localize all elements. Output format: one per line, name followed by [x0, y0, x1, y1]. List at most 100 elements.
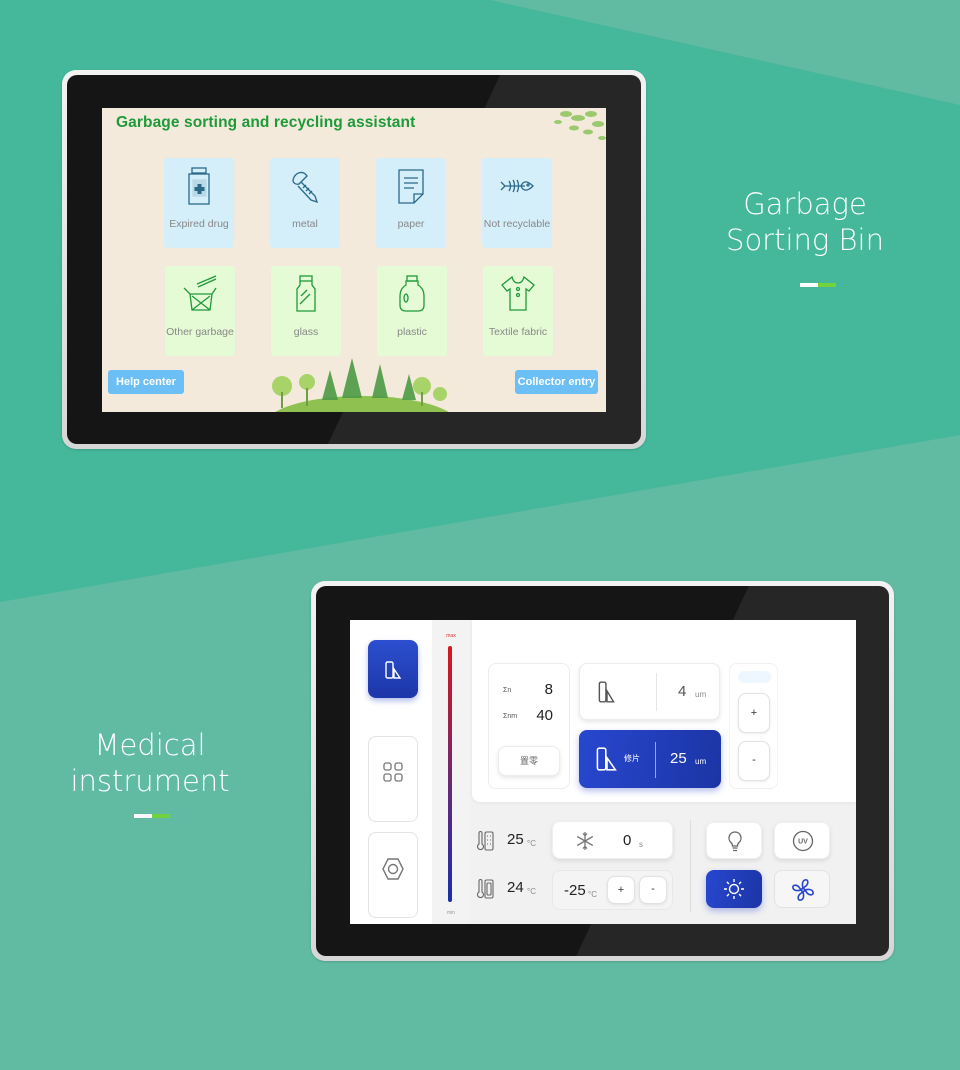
help-center-button[interactable]: Help center	[108, 370, 184, 394]
category-label: Expired drug	[169, 218, 229, 230]
slice-icon	[596, 747, 617, 771]
title-accent-bar	[800, 283, 836, 287]
category-label: Other garbage	[166, 326, 234, 338]
t-shirt-icon	[501, 275, 535, 311]
medical-instrument-device: max min Σn 8 Σnm 40 置零 4 um 修片 25 um + -…	[311, 581, 894, 961]
freeze-value: 0	[623, 832, 632, 849]
trim-mode-button[interactable]: 修片 25 um	[579, 730, 721, 788]
thickness-value: 4	[678, 683, 687, 700]
temp-1-unit: °C	[527, 839, 536, 848]
category-plastic[interactable]: plastic	[377, 266, 447, 356]
setpoint-unit: °C	[588, 890, 597, 899]
slice-icon	[598, 681, 615, 703]
setpoint-minus-button[interactable]: -	[639, 876, 667, 904]
main-panel: Σn 8 Σnm 40 置零 4 um 修片 25 um + - 25 °C 0…	[470, 620, 856, 924]
uv-icon: UV	[792, 830, 814, 852]
slicing-panel: Σn 8 Σnm 40 置零 4 um 修片 25 um + -	[472, 620, 856, 802]
setpoint-value: -25	[564, 882, 586, 899]
trim-label: 修片	[624, 754, 640, 763]
category-label: metal	[292, 218, 318, 230]
setpoint-card: -25 °C + -	[552, 870, 673, 910]
side-nav	[350, 620, 432, 924]
freeze-unit: s	[639, 840, 643, 849]
brightness-button[interactable]	[706, 870, 762, 908]
trim-unit: um	[695, 757, 707, 766]
fan-button[interactable]	[774, 870, 830, 908]
glass-bottle-icon	[296, 275, 316, 312]
light-button[interactable]	[706, 822, 762, 859]
device-bezel: Garbage sorting and recycling assistant …	[67, 75, 641, 444]
category-expired-drug[interactable]: Expired drug	[164, 158, 234, 248]
nav-grid-button[interactable]	[368, 736, 418, 822]
sum-n-label: Σn	[503, 687, 512, 694]
thickness-card[interactable]: 4 um	[579, 663, 720, 720]
category-label: Not recyclable	[483, 218, 551, 230]
medicine-bottle-icon	[188, 167, 210, 205]
category-glass[interactable]: glass	[271, 266, 341, 356]
category-textile-fabric[interactable]: Textile fabric	[483, 266, 553, 356]
title-line-2: instrument	[70, 764, 230, 798]
reset-button[interactable]: 置零	[498, 746, 560, 776]
nav-settings-button[interactable]	[368, 832, 418, 918]
earth-trees-illustration	[272, 358, 449, 412]
counters-card: Σn 8 Σnm 40 置零	[488, 663, 570, 789]
collector-entry-button[interactable]: Collector entry	[515, 370, 598, 394]
takeout-box-icon	[183, 275, 217, 311]
category-label: plastic	[397, 326, 427, 338]
garbage-sorting-device: Garbage sorting and recycling assistant …	[62, 70, 646, 449]
nav-slice-button[interactable]	[368, 640, 418, 698]
step-plus-button[interactable]: +	[738, 693, 770, 733]
paper-document-icon	[398, 169, 424, 204]
medical-screen: max min Σn 8 Σnm 40 置零 4 um 修片 25 um + -…	[350, 620, 856, 924]
step-minus-button[interactable]: -	[738, 741, 770, 781]
light-bulb-icon	[728, 831, 742, 852]
trim-value: 25	[670, 750, 687, 767]
category-paper[interactable]: paper	[376, 158, 446, 248]
thermometer-icon	[476, 831, 494, 851]
fan-icon	[792, 879, 814, 901]
title-line-1: Medical	[94, 728, 206, 762]
gauge-bar	[448, 646, 452, 902]
uv-button[interactable]: UV	[774, 822, 830, 859]
thickness-unit: um	[695, 690, 707, 699]
temp-1-value: 25	[507, 831, 524, 848]
hex-nut-icon	[382, 858, 404, 880]
title-line-1: Garbage	[743, 187, 867, 221]
temp-2-value: 24	[507, 879, 524, 896]
level-gauge: max min	[432, 620, 470, 924]
sun-icon	[724, 879, 744, 899]
setpoint-plus-button[interactable]: +	[607, 876, 635, 904]
category-other-garbage[interactable]: Other garbage	[165, 266, 235, 356]
category-not-recyclable[interactable]: Not recyclable	[482, 158, 552, 248]
gauge-min-label: min	[446, 910, 456, 916]
uv-label: UV	[798, 839, 808, 846]
step-indicator	[738, 671, 771, 683]
freeze-timer-card[interactable]: 0 s	[552, 821, 673, 859]
sum-nm-label: Σnm	[503, 713, 518, 720]
title-accent-bar	[134, 814, 170, 818]
medical-section-title: Medical instrument	[50, 727, 250, 799]
gauge-max-label: max	[446, 633, 456, 639]
category-label: paper	[397, 218, 425, 230]
thermometer-icon	[476, 879, 494, 899]
screw-icon	[292, 171, 319, 204]
section-divider	[690, 820, 691, 912]
sum-nm-value: 40	[536, 707, 553, 724]
temp-2-unit: °C	[527, 887, 536, 896]
plastic-bottle-icon	[399, 275, 425, 312]
title-line-2: Sorting Bin	[726, 223, 884, 257]
screen-title: Garbage sorting and recycling assistant	[116, 114, 416, 131]
category-label: Textile fabric	[488, 326, 548, 338]
fish-bone-icon	[500, 179, 534, 193]
slice-icon	[385, 661, 402, 679]
grid-icon	[383, 762, 403, 782]
device-bezel: max min Σn 8 Σnm 40 置零 4 um 修片 25 um + -…	[316, 586, 889, 956]
divider	[656, 673, 657, 711]
category-metal[interactable]: metal	[270, 158, 340, 248]
step-control: + -	[729, 663, 778, 789]
garbage-screen: Garbage sorting and recycling assistant …	[102, 108, 606, 412]
divider	[655, 742, 656, 778]
snowflake-icon	[576, 832, 594, 850]
category-label: glass	[293, 326, 319, 338]
garbage-section-title: Garbage Sorting Bin	[700, 186, 910, 258]
